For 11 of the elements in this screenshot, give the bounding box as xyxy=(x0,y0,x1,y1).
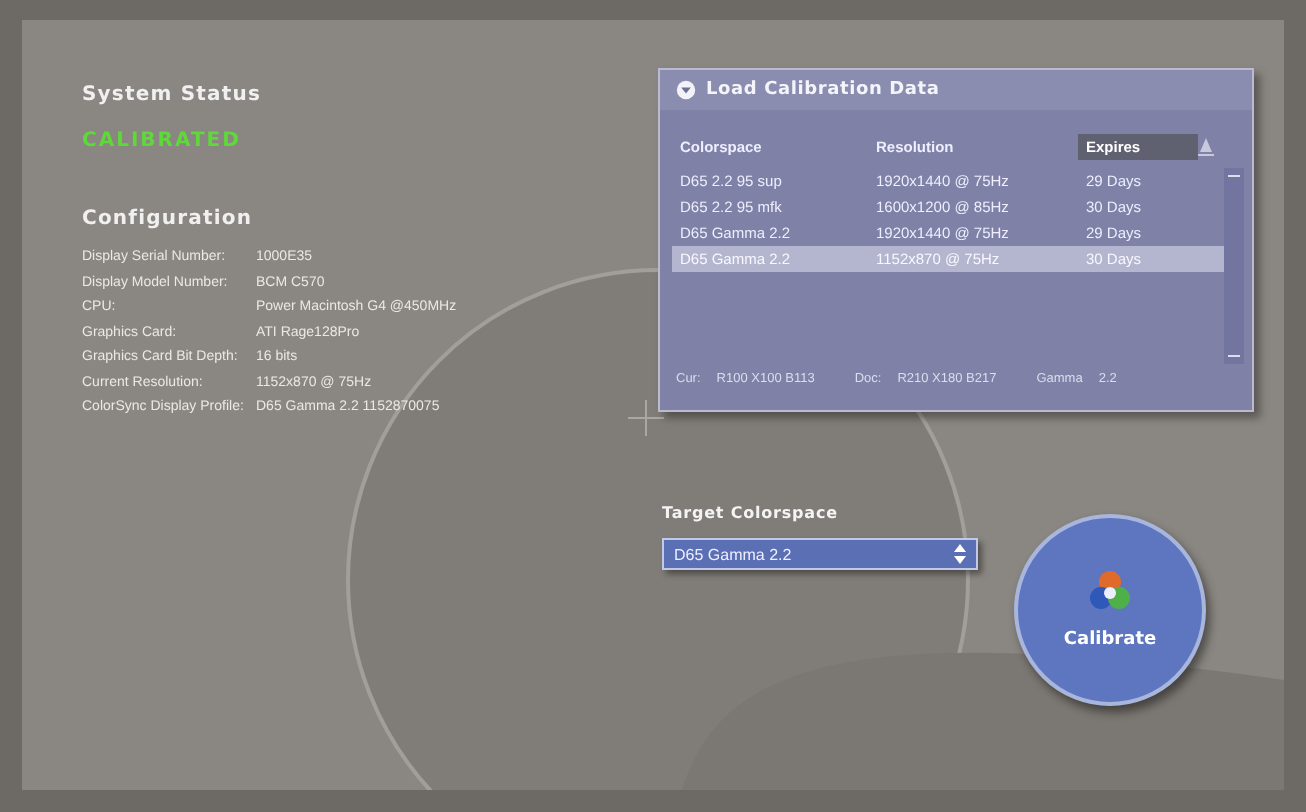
sort-arrow-icon[interactable] xyxy=(1198,138,1214,156)
crosshair-icon xyxy=(627,399,665,437)
field-label: Target Colorspace xyxy=(662,504,838,522)
up-down-arrows-icon xyxy=(954,544,966,564)
calibrate-button[interactable]: Calibrate xyxy=(1014,514,1206,706)
colorspace-dropdown[interactable]: D65 Gamma 2.2 xyxy=(662,538,978,570)
section-title: System Status xyxy=(82,84,262,106)
section-title: Configuration xyxy=(82,208,253,230)
status-text: CALIBRATED xyxy=(82,130,241,152)
color-circles-icon xyxy=(1088,570,1132,614)
panel-title: Load Calibration Data xyxy=(706,80,940,100)
